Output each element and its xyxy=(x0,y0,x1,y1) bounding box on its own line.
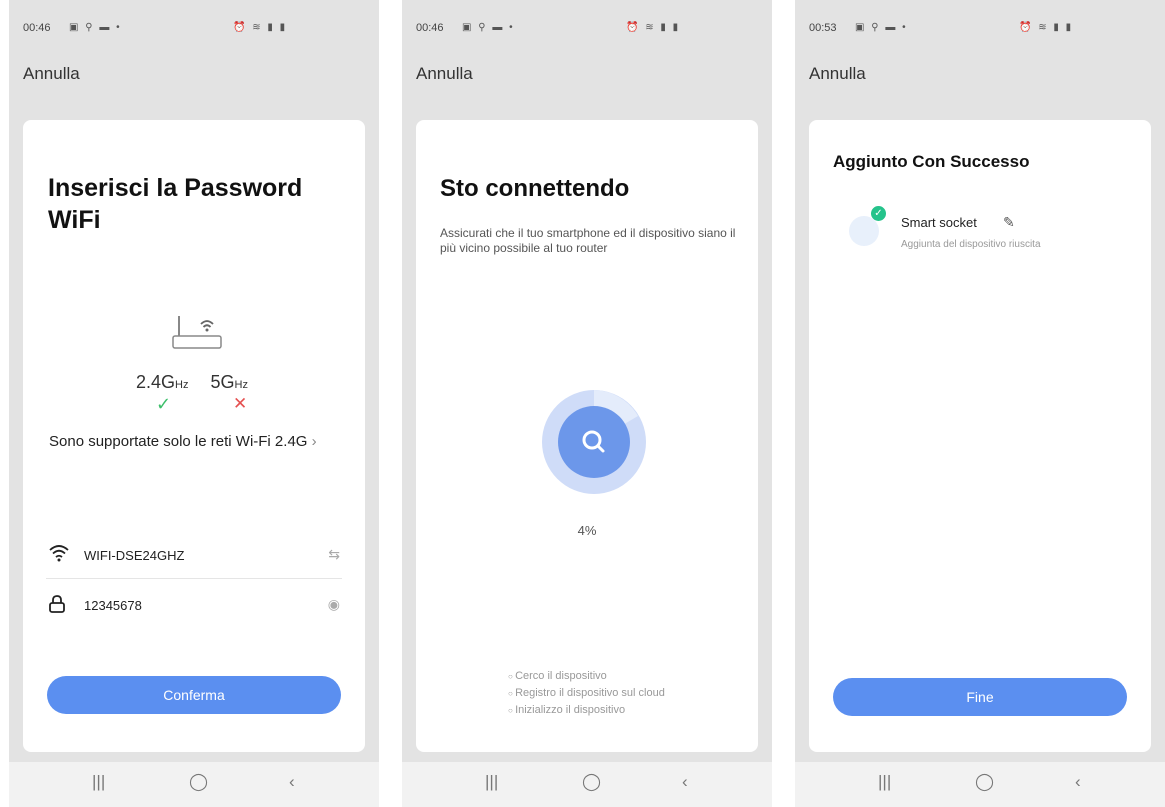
system-status-icons: ⏰ ≋ ▮ ▮ xyxy=(233,22,288,33)
success-check-icon: ✓ xyxy=(871,206,886,221)
recent-apps-icon[interactable]: ||| xyxy=(485,772,498,792)
step-item: Inizializzo il dispositivo xyxy=(508,702,665,719)
notification-icons: ▣ ⚲ ▬ • xyxy=(855,22,908,33)
page-title: Inserisci la Password WiFi xyxy=(48,174,303,234)
hz-unit: Hz xyxy=(175,379,189,391)
device-name: Smart socket xyxy=(901,215,977,230)
router-icon xyxy=(172,316,222,349)
support-text: Sono supportate solo le reti Wi-Fi 2.4G xyxy=(49,433,308,450)
chevron-right-icon: › xyxy=(311,433,317,450)
android-nav-bar: ||| ◯ ‹ xyxy=(795,762,1165,807)
wifi-icon xyxy=(49,545,69,562)
notification-icons: ▣ ⚲ ▬ • xyxy=(462,22,515,33)
android-nav-bar: ||| ◯ ‹ xyxy=(402,762,772,807)
password-field[interactable]: 12345678 xyxy=(84,598,142,613)
cancel-button[interactable]: Annulla xyxy=(416,64,473,84)
page-title: Aggiunto Con Successo xyxy=(833,152,1030,171)
support-link[interactable]: Sono supportate solo le reti Wi-Fi 2.4G … xyxy=(49,433,317,450)
search-progress-spinner xyxy=(542,390,646,494)
back-icon[interactable]: ‹ xyxy=(682,772,688,792)
system-status-icons: ⏰ ≋ ▮ ▮ xyxy=(1019,22,1074,33)
wifi-card: Inserisci la Password WiFi 2.4GHz 5GHz ✓ … xyxy=(23,120,365,752)
cross-icon: ✕ xyxy=(233,394,248,413)
android-nav-bar: ||| ◯ ‹ xyxy=(9,762,379,807)
home-icon[interactable]: ◯ xyxy=(975,772,994,792)
phone-screen-success: 00:53 ▣ ⚲ ▬ • ⏰ ≋ ▮ ▮ Annulla Aggiunto C… xyxy=(795,0,1165,807)
ssid-field[interactable]: WIFI-DSE24GHZ xyxy=(84,548,184,563)
check-icon: ✓ xyxy=(156,394,172,414)
success-card: Aggiunto Con Successo ✓ Smart socket ✎ A… xyxy=(809,120,1151,752)
frequency-bands: 2.4GHz 5GHz xyxy=(136,372,248,393)
status-time: 00:53 xyxy=(809,22,837,34)
band-24-label: 2.4G xyxy=(136,372,176,392)
password-row[interactable]: 12345678 ◉ xyxy=(46,588,342,628)
lock-icon xyxy=(49,595,65,613)
band-5-label: 5G xyxy=(210,372,235,392)
device-icon xyxy=(849,216,879,246)
step-item: Cerco il dispositivo xyxy=(508,668,665,685)
home-icon[interactable]: ◯ xyxy=(189,772,208,792)
status-time: 00:46 xyxy=(416,22,444,34)
status-time: 00:46 xyxy=(23,22,51,34)
page-title: Sto connettendo xyxy=(440,175,630,202)
home-icon[interactable]: ◯ xyxy=(582,772,601,792)
confirm-button[interactable]: Conferma xyxy=(47,676,341,714)
back-icon[interactable]: ‹ xyxy=(1075,772,1081,792)
cancel-button[interactable]: Annulla xyxy=(809,64,866,84)
system-status-icons: ⏰ ≋ ▮ ▮ xyxy=(626,22,681,33)
cancel-button[interactable]: Annulla xyxy=(23,64,80,84)
back-icon[interactable]: ‹ xyxy=(289,772,295,792)
connecting-card: Sto connettendo Assicurati che il tuo sm… xyxy=(416,120,758,752)
done-button[interactable]: Fine xyxy=(833,678,1127,716)
progress-percent: 4% xyxy=(577,523,597,538)
status-bar: 00:53 ▣ ⚲ ▬ • ⏰ ≋ ▮ ▮ xyxy=(809,22,1151,36)
notification-icons: ▣ ⚲ ▬ • xyxy=(69,22,122,33)
step-item: Registro il dispositivo sul cloud xyxy=(508,685,665,702)
recent-apps-icon[interactable]: ||| xyxy=(878,772,891,792)
description: Assicurati che il tuo smartphone ed il d… xyxy=(440,226,736,255)
eye-icon[interactable]: ◉ xyxy=(328,596,340,613)
phone-screen-wifi-password: 00:46 ▣ ⚲ ▬ • ⏰ ≋ ▮ ▮ Annulla Inserisci … xyxy=(9,0,379,807)
swap-icon[interactable]: ⇆ xyxy=(328,546,340,563)
hz-unit: Hz xyxy=(234,379,248,391)
edit-icon[interactable]: ✎ xyxy=(1003,214,1015,231)
status-bar: 00:46 ▣ ⚲ ▬ • ⏰ ≋ ▮ ▮ xyxy=(416,22,758,36)
status-bar: 00:46 ▣ ⚲ ▬ • ⏰ ≋ ▮ ▮ xyxy=(23,22,365,36)
device-status: Aggiunta del dispositivo riuscita xyxy=(901,239,1041,250)
connection-steps: Cerco il dispositivo Registro il disposi… xyxy=(508,668,665,719)
phone-screen-connecting: 00:46 ▣ ⚲ ▬ • ⏰ ≋ ▮ ▮ Annulla Sto connet… xyxy=(402,0,772,807)
wifi-network-row[interactable]: WIFI-DSE24GHZ ⇆ xyxy=(46,538,342,579)
recent-apps-icon[interactable]: ||| xyxy=(92,772,105,792)
